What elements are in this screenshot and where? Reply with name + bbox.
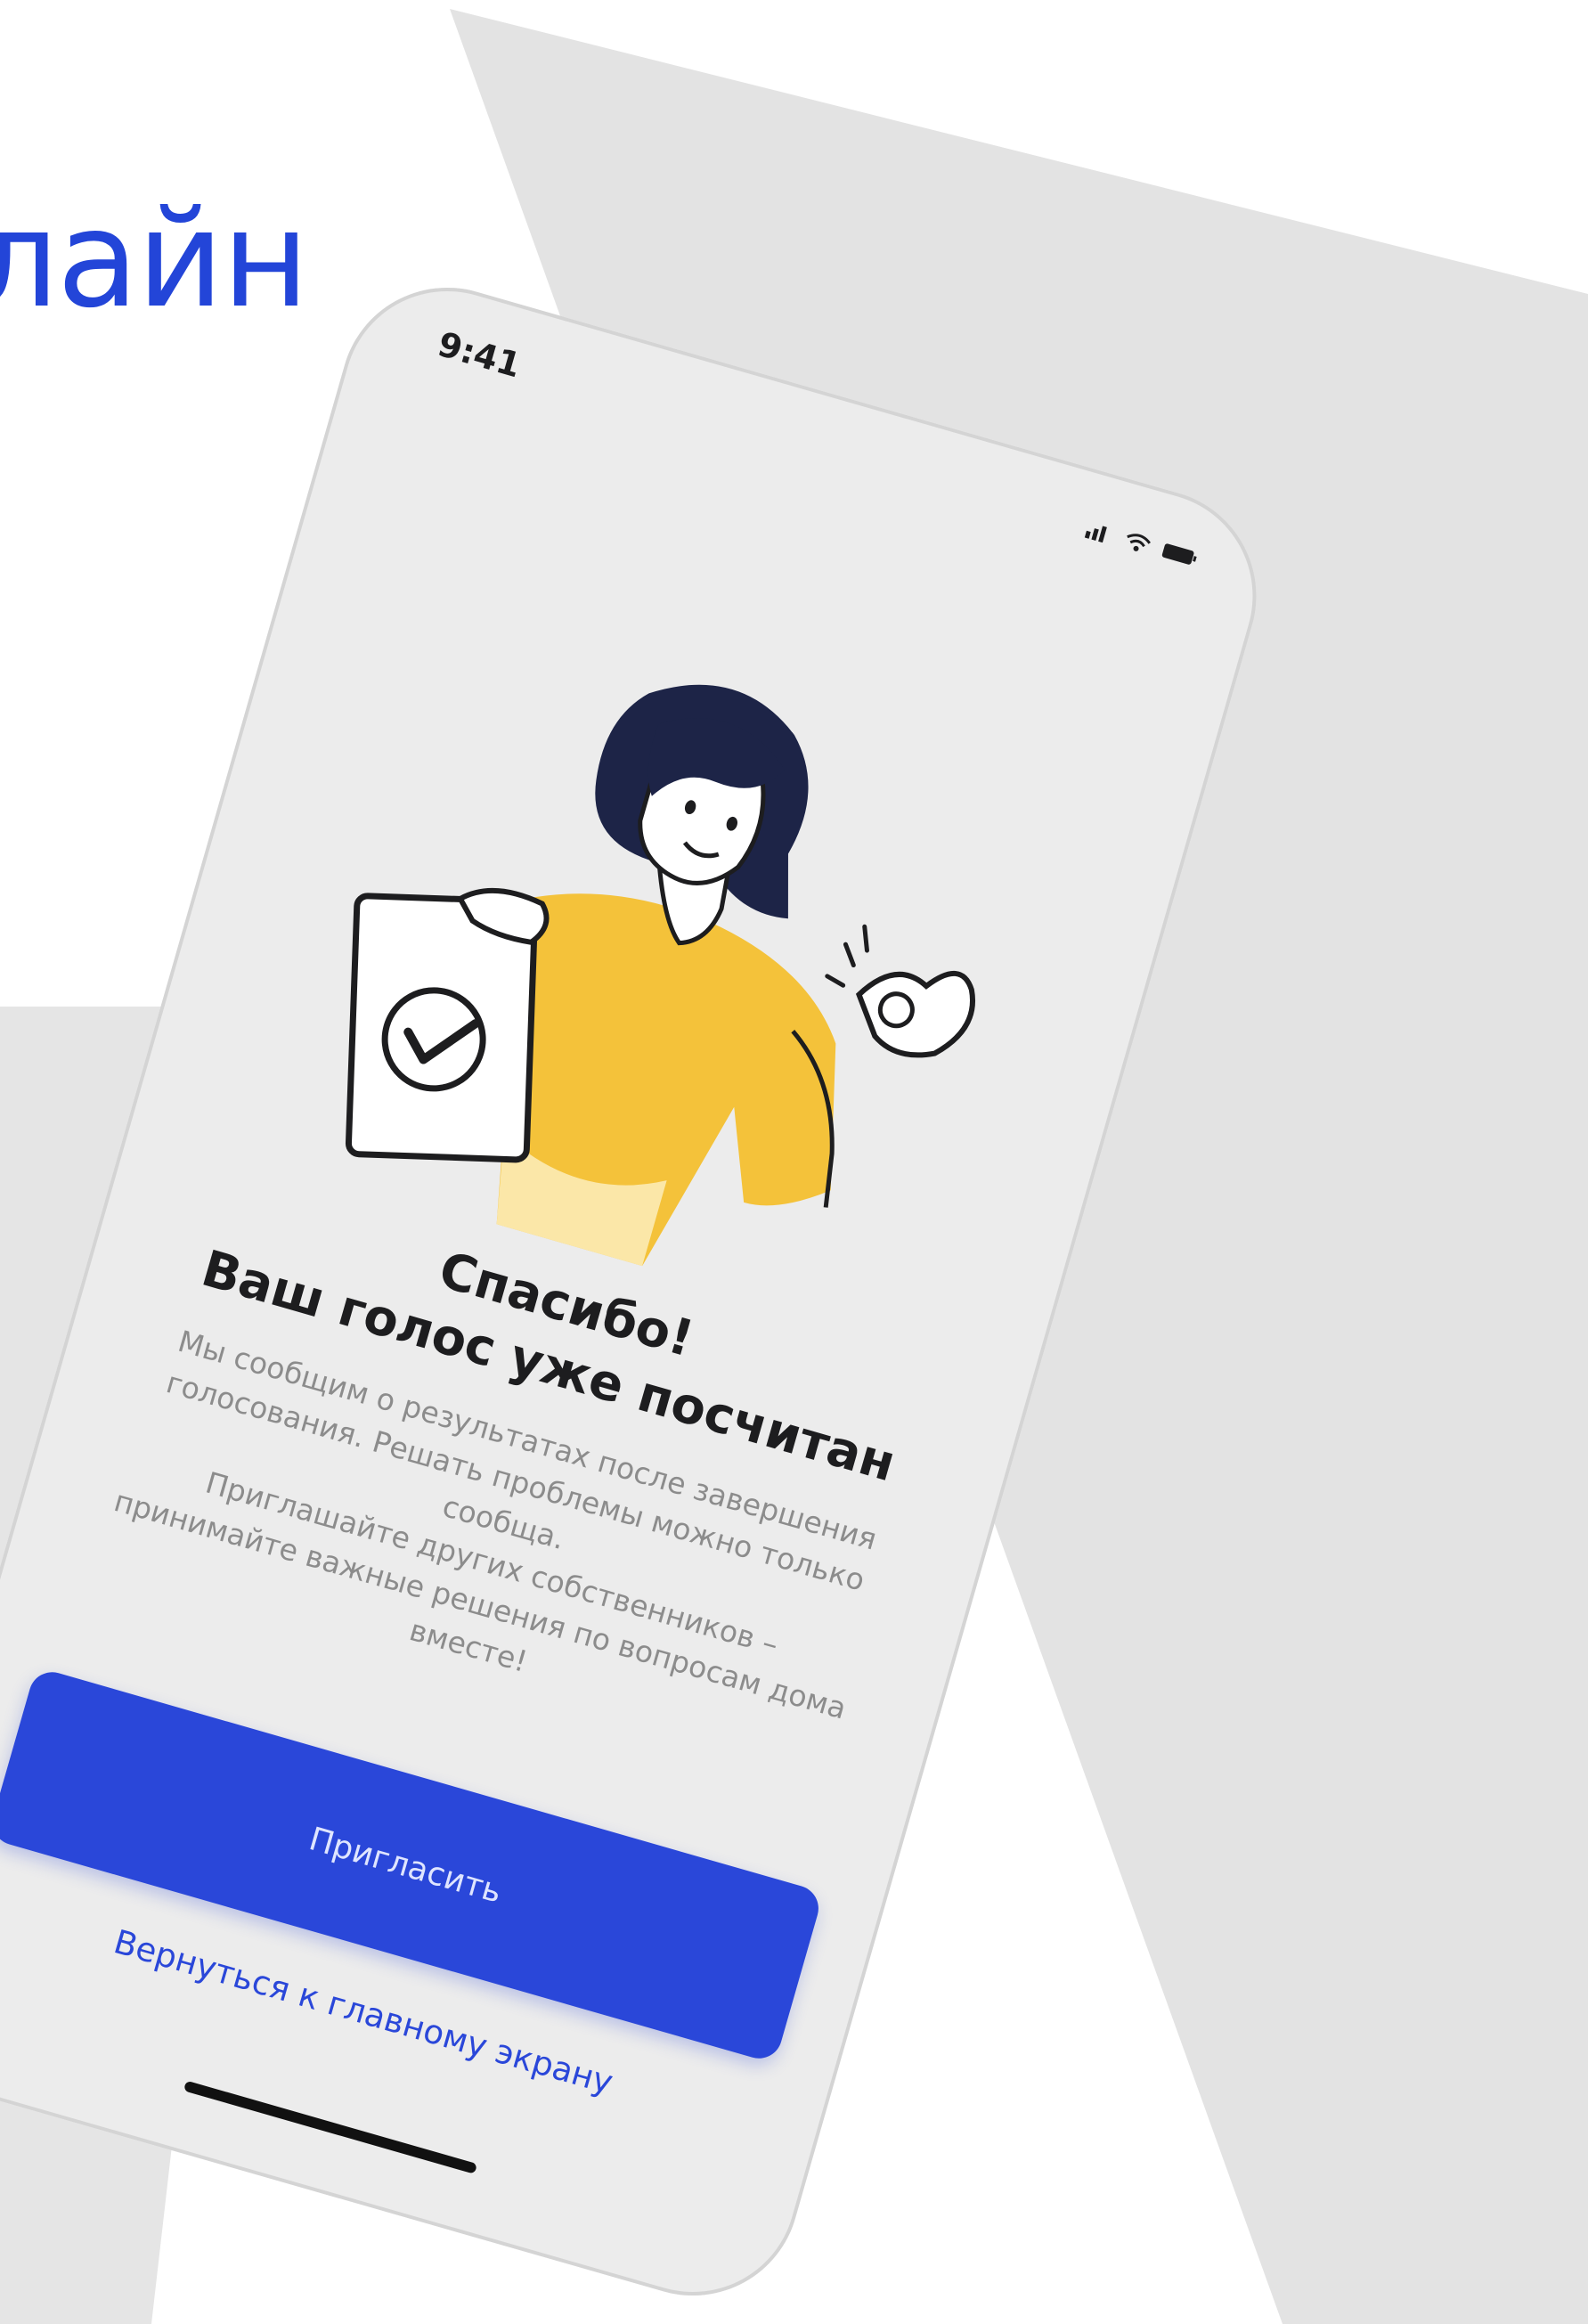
status-time: 9:41 bbox=[433, 324, 525, 386]
home-indicator bbox=[183, 2080, 478, 2174]
battery-icon bbox=[1160, 541, 1200, 569]
page-heading: лайн bbox=[0, 183, 309, 338]
signal-icon bbox=[1084, 518, 1116, 544]
status-icons bbox=[1084, 518, 1200, 569]
wifi-icon bbox=[1122, 529, 1153, 555]
